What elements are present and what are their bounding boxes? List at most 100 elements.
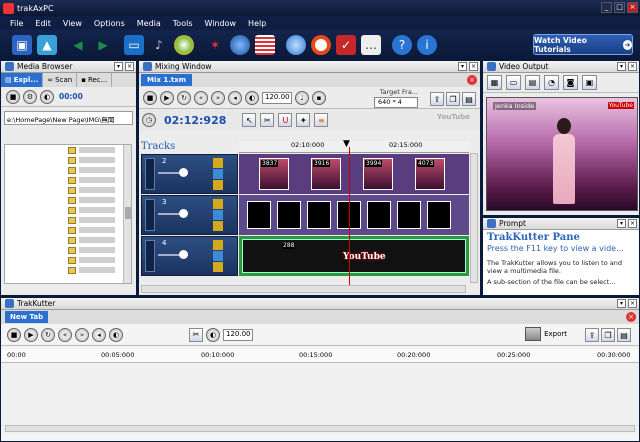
close-button[interactable]: × (627, 2, 638, 13)
close-mix-icon[interactable]: × (467, 75, 477, 85)
wand-icon[interactable]: ✦ (296, 113, 311, 127)
volume-slider[interactable] (179, 250, 188, 259)
path-field[interactable]: e:\HomePage\New Page\IMG\無聞 (4, 111, 133, 125)
stop-button[interactable]: ■ (6, 89, 20, 104)
stop-button[interactable]: ■ (143, 90, 157, 105)
file-list-scrollbar[interactable] (123, 145, 131, 283)
track-mute[interactable] (145, 158, 155, 190)
play-button[interactable]: ▶ (24, 327, 38, 342)
rewind-button[interactable]: « (58, 327, 72, 342)
list-item[interactable] (5, 265, 131, 275)
cd-icon[interactable] (174, 35, 194, 55)
pane-close-button[interactable]: × (628, 62, 637, 71)
bpm-field[interactable]: 120.00 (262, 91, 292, 104)
stop-button[interactable]: ■ (7, 327, 21, 342)
copy-icon[interactable]: ❐ (446, 92, 460, 106)
snapshot-icon[interactable]: ◙ (563, 75, 578, 90)
list-item[interactable] (5, 255, 131, 265)
list-item[interactable] (5, 165, 131, 175)
copy-icon[interactable]: ❐ (601, 328, 615, 342)
video-lane[interactable] (239, 195, 469, 235)
menu-edit[interactable]: Edit (29, 19, 57, 28)
video-frame[interactable]: 3916 (311, 158, 341, 190)
video-frame[interactable]: 3994 (363, 158, 393, 190)
tab-new[interactable]: New Tab (5, 311, 49, 323)
export-icon[interactable]: ⇪ (430, 92, 444, 106)
watch-tutorials-button[interactable]: Watch Video Tutorials ➜ (533, 34, 633, 55)
list-item[interactable] (5, 195, 131, 205)
list-item[interactable] (5, 175, 131, 185)
volume-knob[interactable]: ◐ (40, 89, 54, 104)
back-button[interactable]: ◂ (228, 90, 242, 105)
target-frame-select[interactable]: 640 * 4 (374, 97, 418, 108)
list-item[interactable] (5, 235, 131, 245)
comment-icon[interactable]: … (361, 35, 381, 55)
monitor-icon[interactable]: ▭ (124, 35, 144, 55)
list-item[interactable] (5, 205, 131, 215)
magnet-icon[interactable]: U (278, 113, 293, 127)
list-item[interactable] (5, 225, 131, 235)
export-button[interactable]: Export (525, 327, 567, 341)
record-mode-icon[interactable]: ▪ (312, 90, 326, 105)
metronome-icon[interactable]: ♩ (295, 90, 309, 105)
timeline-ruler[interactable]: 02:10:000 02:15:000 ▼ (239, 139, 469, 153)
list-item[interactable] (5, 155, 131, 165)
trakkutter-scrollbar[interactable] (5, 425, 635, 432)
pane-close-button[interactable]: × (628, 219, 637, 228)
list-item[interactable] (5, 145, 131, 155)
save-icon[interactable]: ▣ (12, 35, 32, 55)
pane-menu-button[interactable]: ▾ (617, 62, 626, 71)
publish-icon[interactable]: ✓ (336, 35, 356, 55)
menu-window[interactable]: Window (199, 19, 243, 28)
pane-menu-button[interactable]: ▾ (458, 62, 467, 71)
maximize-button[interactable]: □ (614, 2, 625, 13)
playhead-line[interactable] (349, 147, 350, 285)
tab-scan[interactable]: ∞ Scan (43, 73, 78, 87)
list-item[interactable] (5, 185, 131, 195)
volume-slider[interactable] (179, 168, 188, 177)
video-lane[interactable]: 3837 3916 3994 4073 (239, 154, 469, 194)
youtube-upload[interactable]: YouTube (437, 113, 470, 121)
play-button[interactable]: ▶ (160, 90, 174, 105)
menu-view[interactable]: View (57, 19, 88, 28)
save-frame-icon[interactable]: ▣ (582, 75, 597, 90)
tempo-knob[interactable]: ◐ (245, 90, 259, 105)
paste-icon[interactable]: ▤ (462, 92, 476, 106)
tab-explorer[interactable]: ▤ Expl... (1, 73, 44, 87)
trim-icon[interactable]: ✂ (189, 327, 203, 342)
globe-icon[interactable] (230, 35, 250, 55)
aspect-icon[interactable]: ▤ (525, 75, 540, 90)
list-item[interactable] (5, 215, 131, 225)
import-icon[interactable]: ⇪ (585, 328, 599, 342)
envelope-icon[interactable]: ≡ (314, 113, 329, 127)
track-mute[interactable] (145, 240, 155, 272)
loop-button[interactable]: ↻ (177, 90, 191, 105)
microphone-icon[interactable]: ♪ (149, 35, 169, 55)
video-frame[interactable]: 4073 (415, 158, 445, 190)
timeline-icon[interactable] (255, 35, 275, 55)
volume-knob[interactable]: ◐ (109, 327, 123, 342)
tab-record[interactable]: ▪ Rec... (77, 73, 113, 87)
info-icon[interactable]: i (417, 35, 437, 55)
menu-options[interactable]: Options (88, 19, 131, 28)
pane-close-button[interactable]: × (125, 62, 134, 71)
volume-slider[interactable] (179, 209, 188, 218)
film-icon[interactable]: ▦ (487, 75, 502, 90)
effects-icon[interactable]: ✶ (205, 35, 225, 55)
undo-icon[interactable]: ◀ (68, 35, 88, 55)
pointer-icon[interactable]: ◔ (544, 75, 559, 90)
question-icon[interactable]: ? (392, 35, 412, 55)
pane-menu-button[interactable]: ▾ (114, 62, 123, 71)
track-control[interactable]: 4 (141, 236, 238, 276)
pane-menu-button[interactable]: ▾ (617, 219, 626, 228)
redo-icon[interactable]: ▶ (93, 35, 113, 55)
forward-button[interactable]: » (75, 327, 89, 342)
web-icon[interactable] (286, 35, 306, 55)
screen-icon[interactable]: ▭ (506, 75, 521, 90)
close-tab-icon[interactable]: × (626, 312, 636, 322)
rewind-button[interactable]: « (194, 90, 208, 105)
menu-media[interactable]: Media (131, 19, 167, 28)
track-control[interactable]: 2 (141, 154, 238, 194)
menu-tools[interactable]: Tools (167, 19, 199, 28)
tempo-knob[interactable]: ◐ (206, 327, 220, 342)
